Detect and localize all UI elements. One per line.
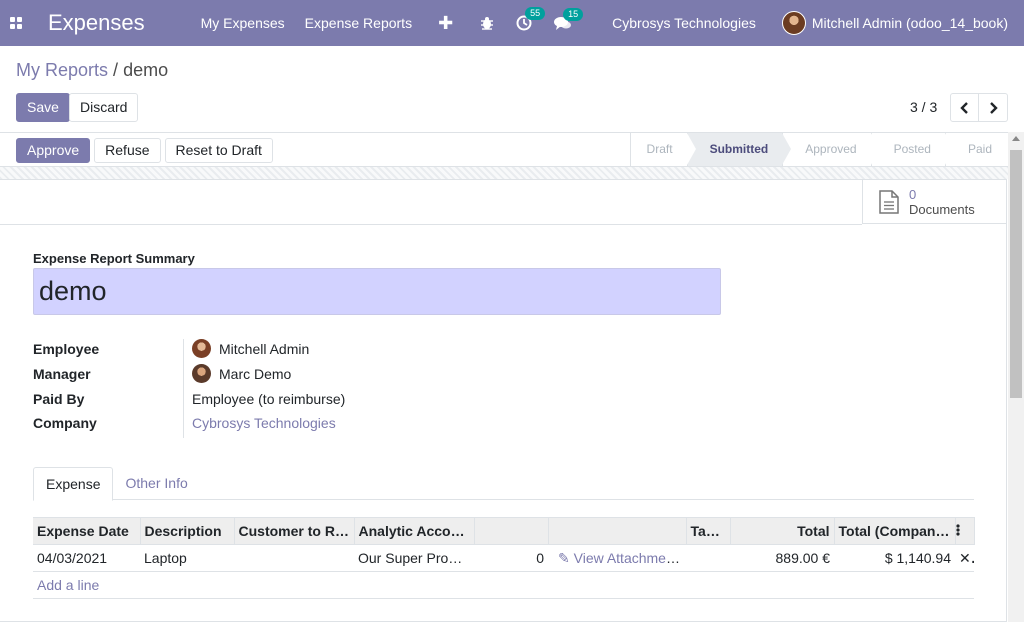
manager-value: Marc Demo bbox=[219, 365, 292, 382]
pager-value: 3 / 3 bbox=[910, 99, 938, 115]
employee-avatar bbox=[192, 339, 211, 358]
cell-quantity[interactable]: 0 bbox=[474, 544, 548, 572]
form-statusbar: Approve Refuse Reset to Draft Draft Subm… bbox=[0, 132, 1008, 167]
refuse-button[interactable]: Refuse bbox=[94, 138, 161, 163]
paid-by-label: Paid By bbox=[33, 391, 85, 407]
approve-button[interactable]: Approve bbox=[16, 138, 91, 163]
cell-customer[interactable] bbox=[234, 544, 354, 572]
activity-count-badge: 55 bbox=[525, 7, 546, 20]
cell-analytic[interactable]: Our Super Produ... bbox=[354, 544, 474, 572]
documents-count: 0 bbox=[909, 186, 917, 202]
save-button[interactable]: Save bbox=[16, 93, 70, 122]
delete-row-icon[interactable]: ✕ bbox=[955, 544, 974, 572]
document-icon bbox=[879, 189, 899, 214]
chevron-left-icon bbox=[959, 101, 968, 114]
paid-by-value: Employee (to reimburse) bbox=[192, 391, 346, 407]
top-navbar: Expenses My Expenses Expense Reports ✚ 5… bbox=[0, 0, 1024, 46]
cell-attachments[interactable]: ✎ View Attachments bbox=[548, 544, 686, 572]
activity-clock-icon[interactable]: 55 bbox=[516, 7, 546, 31]
employee-field[interactable]: Mitchell Admin bbox=[192, 339, 309, 358]
add-line-row: Add a line bbox=[33, 571, 974, 599]
company-value: Cybrosys Technologies bbox=[192, 415, 336, 431]
company-label: Company bbox=[33, 415, 97, 431]
page-scrollbar[interactable] bbox=[1008, 132, 1024, 622]
discard-button[interactable]: Discard bbox=[69, 93, 139, 122]
col-taxes[interactable]: Taxes bbox=[686, 517, 731, 545]
breadcrumb-my-reports[interactable]: My Reports bbox=[16, 60, 108, 80]
pager-next-button[interactable] bbox=[979, 93, 1008, 122]
divider bbox=[0, 224, 862, 225]
navbar-systray: 55 15 Cybrosys Technologies Mitchell Adm… bbox=[480, 0, 1024, 46]
breadcrumb-separator: / bbox=[113, 60, 119, 80]
pager-previous-button[interactable] bbox=[950, 93, 979, 122]
optional-columns-kebab-icon[interactable] bbox=[955, 517, 975, 545]
documents-smart-button[interactable]: 0 Documents bbox=[862, 180, 1006, 224]
paid-by-field[interactable]: Employee (to reimburse) bbox=[192, 391, 345, 407]
stage-posted[interactable]: Posted bbox=[870, 133, 954, 166]
user-name: Mitchell Admin (odoo_14_book) bbox=[811, 15, 1008, 31]
table-row[interactable]: 04/03/2021 Laptop Our Super Produ... 0 ✎… bbox=[33, 544, 974, 572]
status-stages: Draft Submitted Approved Posted Paid bbox=[629, 133, 1008, 166]
col-description[interactable]: Description bbox=[140, 517, 235, 545]
col-expense-date[interactable]: Expense Date bbox=[33, 517, 141, 545]
pager-buttons bbox=[950, 93, 1008, 122]
employee-label: Employee bbox=[33, 341, 100, 357]
col-total-company[interactable]: Total (Company... bbox=[834, 517, 956, 545]
breadcrumb: My Reports / demo bbox=[16, 60, 168, 81]
plus-menu-icon[interactable]: ✚ bbox=[438, 13, 453, 34]
summary-input[interactable] bbox=[33, 268, 721, 315]
table-header-row: Expense Date Description Customer to Re.… bbox=[33, 517, 975, 545]
manager-avatar bbox=[192, 364, 211, 383]
summary-label: Expense Report Summary bbox=[33, 251, 195, 266]
cell-taxes[interactable] bbox=[686, 544, 730, 572]
col-total[interactable]: Total bbox=[730, 517, 835, 545]
notebook-tabs: Expense Other Info bbox=[33, 467, 974, 501]
menu-my-expenses[interactable]: My Expenses bbox=[201, 15, 285, 31]
company-field[interactable]: Cybrosys Technologies bbox=[192, 415, 336, 431]
col-attachments[interactable] bbox=[548, 517, 687, 545]
add-a-line-link[interactable]: Add a line bbox=[37, 577, 99, 593]
messages-chat-icon[interactable]: 15 bbox=[554, 7, 584, 31]
empty-row bbox=[33, 599, 974, 622]
col-customer[interactable]: Customer to Re... bbox=[234, 517, 355, 545]
chevron-right-icon bbox=[990, 101, 998, 114]
col-analytic-account[interactable]: Analytic Accou... bbox=[354, 517, 475, 545]
view-attachments-link[interactable]: View Attachments bbox=[574, 550, 685, 566]
debug-bug-icon[interactable] bbox=[480, 16, 494, 30]
manager-label: Manager bbox=[33, 366, 91, 382]
col-quantity[interactable] bbox=[474, 517, 549, 545]
company-switcher[interactable]: Cybrosys Technologies bbox=[612, 15, 756, 31]
documents-label: Documents bbox=[909, 201, 975, 217]
manager-field[interactable]: Marc Demo bbox=[192, 364, 291, 383]
user-menu[interactable]: Mitchell Admin (odoo_14_book) bbox=[781, 11, 1008, 35]
user-avatar bbox=[781, 11, 806, 35]
apps-menu-icon[interactable] bbox=[0, 0, 32, 46]
breadcrumb-current: demo bbox=[123, 60, 169, 80]
stage-approved[interactable]: Approved bbox=[782, 133, 880, 166]
scrollbar-thumb[interactable] bbox=[1010, 150, 1022, 398]
scroll-up-arrow-icon[interactable] bbox=[1012, 136, 1020, 141]
reset-to-draft-button[interactable]: Reset to Draft bbox=[164, 138, 273, 163]
employee-value: Mitchell Admin bbox=[219, 340, 310, 357]
cell-total[interactable]: 889.00 € bbox=[730, 544, 834, 572]
tab-other-info[interactable]: Other Info bbox=[113, 467, 199, 500]
field-separator bbox=[183, 339, 184, 438]
sheet-background bbox=[0, 167, 1008, 179]
form-sheet: 0 Documents Expense Report Summary Emplo… bbox=[0, 179, 1007, 622]
cell-date[interactable]: 04/03/2021 bbox=[33, 544, 140, 572]
cell-description[interactable]: Laptop bbox=[140, 544, 234, 572]
menu-expense-reports[interactable]: Expense Reports bbox=[305, 15, 412, 31]
messages-count-badge: 15 bbox=[563, 7, 584, 21]
paperclip-icon: ✎ bbox=[558, 549, 570, 566]
stage-draft[interactable]: Draft bbox=[629, 133, 696, 166]
tab-expense[interactable]: Expense bbox=[33, 467, 114, 501]
stage-submitted[interactable]: Submitted bbox=[686, 133, 792, 166]
cell-total-company[interactable]: $ 1,140.94 bbox=[834, 544, 955, 572]
app-brand[interactable]: Expenses bbox=[48, 10, 145, 36]
stage-paid[interactable]: Paid bbox=[944, 133, 1008, 166]
expense-lines-table: Expense Date Description Customer to Re.… bbox=[33, 517, 975, 622]
